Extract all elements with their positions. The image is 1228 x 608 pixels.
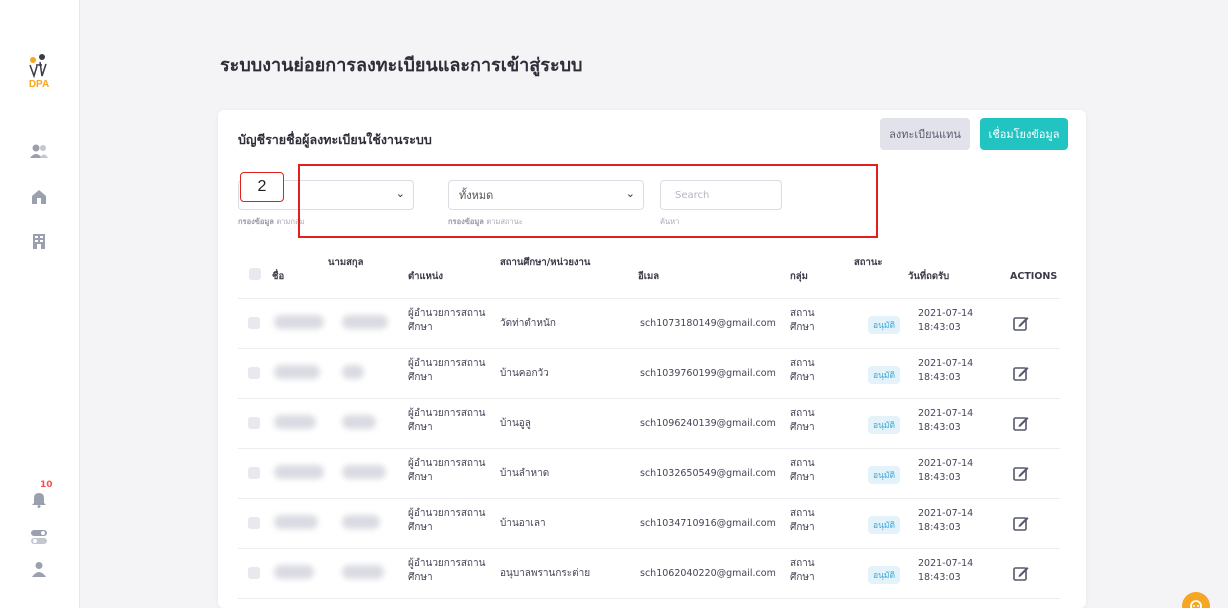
redacted-first-name bbox=[274, 365, 320, 379]
group-filter-help: กรองข้อมูล ตามกลุ่ม bbox=[238, 217, 305, 226]
redacted-first-name bbox=[274, 515, 318, 529]
cell-email: sch1032650549@gmail.com bbox=[640, 468, 776, 479]
row-checkbox[interactable] bbox=[248, 567, 260, 579]
col-date: วันที่ถดรับ bbox=[908, 271, 950, 282]
table-row: ผู้อำนวยการสถานศึกษา อนุบาลพรานกระต่าย sch… bbox=[238, 549, 1060, 599]
user-icon[interactable] bbox=[28, 558, 50, 580]
cell-group: สถานศึกษา bbox=[790, 358, 815, 383]
row-checkbox[interactable] bbox=[248, 367, 260, 379]
card-title: บัญชีรายชื่อผู้ลงทะเบียนใช้งานระบบ bbox=[238, 132, 432, 147]
redacted-last-name bbox=[342, 565, 384, 579]
col-actions: ACTIONS bbox=[1010, 271, 1058, 282]
cell-email: sch1062040220@gmail.com bbox=[640, 568, 776, 579]
edit-icon[interactable] bbox=[1012, 314, 1032, 334]
cell-school: บ้านอูลู bbox=[500, 418, 531, 429]
cell-school: บ้านอาเลา bbox=[500, 518, 546, 529]
cell-group: สถานศึกษา bbox=[790, 308, 815, 333]
redacted-last-name bbox=[342, 465, 386, 479]
status-badge: อนุมัติ bbox=[868, 316, 900, 334]
status-badge: อนุมัติ bbox=[868, 566, 900, 584]
edit-icon[interactable] bbox=[1012, 464, 1032, 484]
col-email: อีเมล bbox=[638, 271, 660, 282]
redacted-last-name bbox=[342, 415, 376, 429]
edit-icon[interactable] bbox=[1012, 364, 1032, 384]
cell-group: สถานศึกษา bbox=[790, 458, 815, 483]
cell-email: sch1096240139@gmail.com bbox=[640, 418, 776, 429]
users-icon[interactable] bbox=[28, 140, 50, 162]
table-row: ผู้อำนวยการสถานศึกษา บ้านลำหาด sch10326505… bbox=[238, 449, 1060, 499]
redacted-last-name bbox=[342, 365, 364, 379]
cell-email: sch1073180149@gmail.com bbox=[640, 318, 776, 329]
select-all-checkbox[interactable] bbox=[249, 268, 261, 280]
cell-group: สถานศึกษา bbox=[790, 558, 815, 583]
cell-position: ผู้อำนวยการสถานศึกษา bbox=[408, 558, 486, 583]
table-row: ผู้อำนวยการสถานศึกษา บ้านคอกวัว sch1039760… bbox=[238, 349, 1060, 399]
cell-email: sch1039760199@gmail.com bbox=[640, 368, 776, 379]
cell-group: สถานศึกษา bbox=[790, 408, 815, 433]
logo-text: DPA bbox=[29, 79, 49, 90]
redacted-first-name bbox=[274, 315, 324, 329]
cell-school: วัดท่าตำหนัก bbox=[500, 318, 556, 329]
row-checkbox[interactable] bbox=[248, 317, 260, 329]
cell-position: ผู้อำนวยการสถานศึกษา bbox=[408, 408, 486, 433]
row-checkbox[interactable] bbox=[248, 417, 260, 429]
link-data-button[interactable]: เชื่อมโยงข้อมูล bbox=[980, 118, 1068, 150]
cell-position: ผู้อำนวยการสถานศึกษา bbox=[408, 358, 486, 383]
cell-date: 2021-07-14 18:43:03 bbox=[918, 308, 974, 333]
headset-icon bbox=[1190, 600, 1202, 608]
main-area: ระบบงานย่อยการลงทะเบียนและการเข้าสู่ระบบ… bbox=[80, 0, 1228, 608]
home-icon[interactable] bbox=[28, 186, 50, 208]
edit-icon[interactable] bbox=[1012, 414, 1032, 434]
cell-group: สถานศึกษา bbox=[790, 508, 815, 533]
status-badge: อนุมัติ bbox=[868, 416, 900, 434]
cell-date: 2021-07-14 18:43:03 bbox=[918, 458, 974, 483]
cell-school: อนุบาลพรานกระต่าย bbox=[500, 568, 591, 579]
cell-school: บ้านลำหาด bbox=[500, 468, 550, 479]
sidebar: DPA 10 bbox=[0, 0, 80, 608]
cell-date: 2021-07-14 18:43:03 bbox=[918, 508, 974, 533]
cell-school: บ้านคอกวัว bbox=[500, 368, 549, 379]
status-badge: อนุมัติ bbox=[868, 366, 900, 384]
redacted-last-name bbox=[342, 315, 388, 329]
redacted-last-name bbox=[342, 515, 380, 529]
status-badge: อนุมัติ bbox=[868, 516, 900, 534]
col-group: กลุ่ม bbox=[790, 271, 808, 282]
col-school: สถานศึกษา/หน่วยงาน bbox=[500, 257, 591, 268]
col-first-name: ชื่อ bbox=[272, 271, 285, 282]
redacted-first-name bbox=[274, 415, 316, 429]
row-checkbox[interactable] bbox=[248, 467, 260, 479]
notification-badge: 10 bbox=[40, 480, 53, 490]
col-last-name: นามสกุล bbox=[328, 257, 364, 268]
table-row: ผู้อำนวยการสถานศึกษา บ้านอาเลา sch10347109… bbox=[238, 499, 1060, 549]
status-badge: อนุมัติ bbox=[868, 466, 900, 484]
cell-email: sch1034710916@gmail.com bbox=[640, 518, 776, 529]
edit-icon[interactable] bbox=[1012, 564, 1032, 584]
edit-icon[interactable] bbox=[1012, 514, 1032, 534]
annotation-highlight-box bbox=[298, 164, 878, 238]
table-row: ผู้อำนวยการสถานศึกษา บ้านอูลู sch109624013… bbox=[238, 399, 1060, 449]
cell-date: 2021-07-14 18:43:03 bbox=[918, 358, 974, 383]
table-row: ผู้อำนวยการสถานศึกษา วัดท่าตำหนัก sch10731… bbox=[238, 299, 1060, 349]
page-title: ระบบงานย่อยการลงทะเบียนและการเข้าสู่ระบบ bbox=[220, 55, 583, 76]
building-icon[interactable] bbox=[28, 230, 50, 252]
cell-date: 2021-07-14 18:43:03 bbox=[918, 558, 974, 583]
redacted-first-name bbox=[274, 565, 314, 579]
row-checkbox[interactable] bbox=[248, 517, 260, 529]
col-status: สถานะ bbox=[854, 257, 883, 268]
redacted-first-name bbox=[274, 465, 324, 479]
bell-icon[interactable]: 10 bbox=[28, 480, 53, 510]
cell-date: 2021-07-14 18:43:03 bbox=[918, 408, 974, 433]
toggle-icon[interactable] bbox=[28, 526, 50, 548]
cell-position: ผู้อำนวยการสถานศึกษา bbox=[408, 308, 486, 333]
cell-position: ผู้อำนวยการสถานศึกษา bbox=[408, 508, 486, 533]
cell-position: ผู้อำนวยการสถานศึกษา bbox=[408, 458, 486, 483]
col-position: ตำแหน่ง bbox=[408, 271, 444, 282]
dpa-logo: DPA bbox=[29, 54, 49, 90]
annotation-callout: 2 bbox=[240, 172, 284, 202]
register-on-behalf-button[interactable]: ลงทะเบียนแทน bbox=[880, 118, 970, 150]
